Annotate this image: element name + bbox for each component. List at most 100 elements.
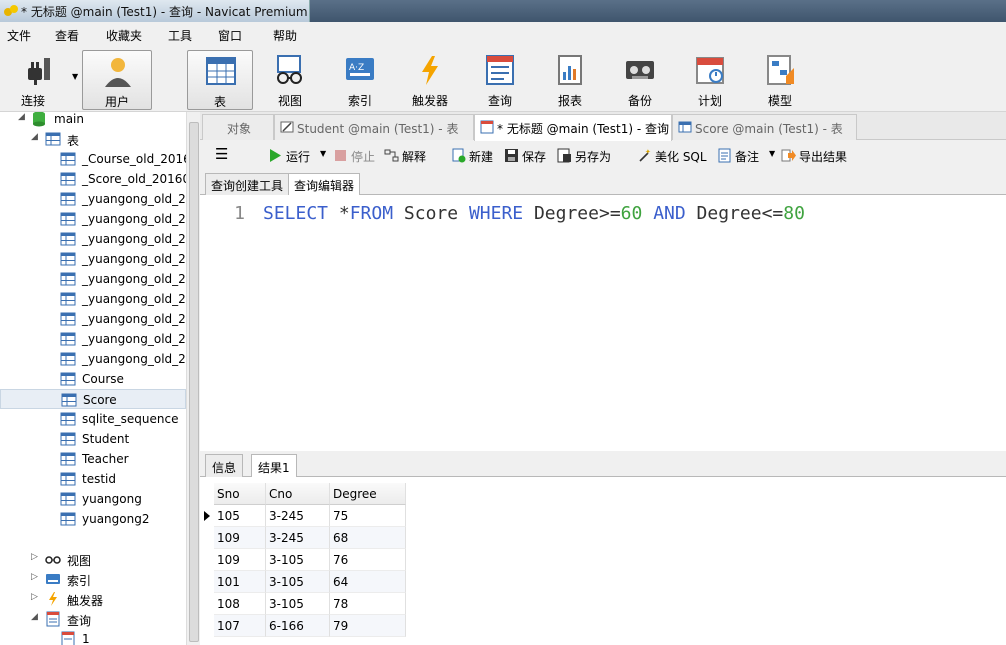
menu-file[interactable]: 文件 (7, 27, 31, 44)
toolbar-model-button[interactable]: 模型 (747, 50, 813, 110)
tree-table-item[interactable]: Student (0, 429, 186, 449)
expand-icon[interactable]: ▷ (31, 592, 38, 602)
tree-views-folder[interactable]: ▷ 视图 (0, 549, 186, 569)
tree-table-item[interactable]: Course (0, 369, 186, 389)
new-query-button[interactable]: 新建 (451, 147, 499, 165)
tree-scrollbar-thumb[interactable] (189, 122, 199, 642)
tree-triggers-folder[interactable]: ▷ 触发器 (0, 589, 186, 609)
tab-student[interactable]: Student @main (Test1) - 表 (274, 114, 474, 140)
tree-table-item[interactable]: _Score_old_20160 (0, 169, 186, 189)
menu-window[interactable]: 窗口 (218, 27, 242, 44)
collapse-icon[interactable]: ◢ (31, 612, 38, 622)
row-indicator[interactable] (200, 615, 214, 637)
row-indicator[interactable] (200, 527, 214, 549)
tab-result1[interactable]: 结果1 (251, 454, 297, 478)
toolbar-view-button[interactable]: 视图 (257, 50, 323, 110)
table-cell[interactable]: 108 (214, 593, 266, 615)
column-header-cno[interactable]: Cno (266, 483, 330, 505)
toolbar-schedule-button[interactable]: 计划 (677, 50, 743, 110)
collapse-icon[interactable]: ◢ (18, 112, 25, 122)
tree-table-item[interactable]: _yuangong_old_20 (0, 349, 186, 369)
chevron-down-icon[interactable]: ▼ (72, 72, 78, 81)
tab-score[interactable]: Score @main (Test1) - 表 (672, 114, 857, 140)
table-cell[interactable]: 68 (330, 527, 406, 549)
tree-table-item[interactable]: Score (0, 389, 186, 409)
row-indicator[interactable] (200, 549, 214, 571)
table-cell[interactable]: 79 (330, 615, 406, 637)
comment-button[interactable]: 备注 ▼ (717, 147, 775, 165)
table-cell[interactable]: 3-105 (266, 549, 330, 571)
table-cell[interactable]: 3-105 (266, 593, 330, 615)
table-cell[interactable]: 101 (214, 571, 266, 593)
expand-icon[interactable]: ▷ (31, 572, 38, 582)
chevron-down-icon[interactable]: ▼ (320, 149, 326, 158)
tab-query-editor[interactable]: 查询编辑器 (288, 173, 361, 196)
tree-table-item[interactable]: _yuangong_old_20 (0, 329, 186, 349)
stop-button[interactable]: 停止 (333, 147, 379, 165)
table-cell[interactable]: 107 (214, 615, 266, 637)
tree-table-item[interactable]: _yuangong_old_20 (0, 289, 186, 309)
column-header-sno[interactable]: Sno (214, 483, 266, 505)
tree-table-item[interactable]: _yuangong_old_20 (0, 229, 186, 249)
chevron-down-icon[interactable]: ▼ (769, 149, 775, 158)
tree-table-item[interactable]: _yuangong_old_20 (0, 209, 186, 229)
table-cell[interactable]: 78 (330, 593, 406, 615)
tree-table-item[interactable]: _yuangong_old_20 (0, 249, 186, 269)
tree-query-item[interactable]: 1 (0, 629, 186, 645)
export-results-button[interactable]: 导出结果 (781, 147, 857, 165)
hamburger-menu-icon[interactable]: ☰ (215, 145, 228, 163)
row-indicator[interactable] (200, 505, 214, 527)
row-indicator[interactable] (200, 571, 214, 593)
tree-table-item[interactable]: _Course_old_2016 (0, 149, 186, 169)
tree-table-item[interactable]: _yuangong_old_20 (0, 309, 186, 329)
tree-table-item[interactable]: Teacher (0, 449, 186, 469)
run-button[interactable]: 运行 ▼ (268, 147, 328, 165)
row-indicator[interactable] (200, 593, 214, 615)
table-cell[interactable]: 64 (330, 571, 406, 593)
menu-favorites[interactable]: 收藏夹 (106, 27, 142, 44)
connect-button[interactable]: ▼ 连接 (8, 50, 78, 110)
tree-table-item[interactable]: yuangong2 (0, 509, 186, 529)
table-cell[interactable]: 3-245 (266, 505, 330, 527)
tree-table-item[interactable]: yuangong (0, 489, 186, 509)
toolbar-table-button[interactable]: 表 (187, 50, 253, 110)
tree-table-item[interactable]: sqlite_sequence (0, 409, 186, 429)
tab-info[interactable]: 信息 (205, 454, 244, 477)
toolbar-backup-button[interactable]: 备份 (607, 50, 673, 110)
table-cell[interactable]: 3-105 (266, 571, 330, 593)
beautify-sql-button[interactable]: ✦ 美化 SQL (637, 147, 712, 165)
save-button[interactable]: 保存 (504, 147, 552, 165)
menu-view[interactable]: 查看 (55, 27, 79, 44)
table-cell[interactable]: 76 (330, 549, 406, 571)
tree-table-item[interactable]: testid (0, 469, 186, 489)
tab-objects[interactable]: 对象 (202, 114, 274, 140)
table-cell[interactable]: 75 (330, 505, 406, 527)
table-cell[interactable]: 109 (214, 527, 266, 549)
tree-scrollbar[interactable] (186, 112, 200, 645)
tab-query-active[interactable]: * 无标题 @main (Test1) - 查询 (474, 114, 672, 141)
sql-code-line[interactable]: SELECT *FROM Score WHERE Degree>=60 AND … (263, 203, 805, 224)
column-header-degree[interactable]: Degree (330, 483, 406, 505)
toolbar-report-button[interactable]: 报表 (537, 50, 603, 110)
tree-queries-folder[interactable]: ◢ 查询 (0, 609, 186, 629)
save-as-button[interactable]: 另存为 (557, 147, 617, 165)
sql-editor[interactable]: 1 SELECT *FROM Score WHERE Degree>=60 AN… (200, 195, 1006, 451)
table-cell[interactable]: 6-166 (266, 615, 330, 637)
table-cell[interactable]: 109 (214, 549, 266, 571)
menu-help[interactable]: 帮助 (273, 27, 297, 44)
expand-icon[interactable]: ▷ (31, 552, 38, 562)
tree-indexes-folder[interactable]: ▷ 索引 (0, 569, 186, 589)
toolbar-query-button[interactable]: 查询 (467, 50, 533, 110)
tree-db-main[interactable]: ◢ main (0, 112, 186, 129)
toolbar-index-button[interactable]: A·Z 索引 (327, 50, 393, 110)
explain-button[interactable]: 解释 (384, 147, 434, 165)
table-cell[interactable]: 3-245 (266, 527, 330, 549)
collapse-icon[interactable]: ◢ (31, 132, 38, 142)
user-button[interactable]: 用户 (82, 50, 152, 110)
tree-tables-folder[interactable]: ◢ 表 (0, 129, 186, 149)
table-cell[interactable]: 105 (214, 505, 266, 527)
tree-table-item[interactable]: _yuangong_old_20 (0, 269, 186, 289)
toolbar-trigger-button[interactable]: 触发器 (397, 50, 463, 110)
menu-tools[interactable]: 工具 (168, 27, 192, 44)
tab-query-builder[interactable]: 查询创建工具 (205, 173, 290, 195)
